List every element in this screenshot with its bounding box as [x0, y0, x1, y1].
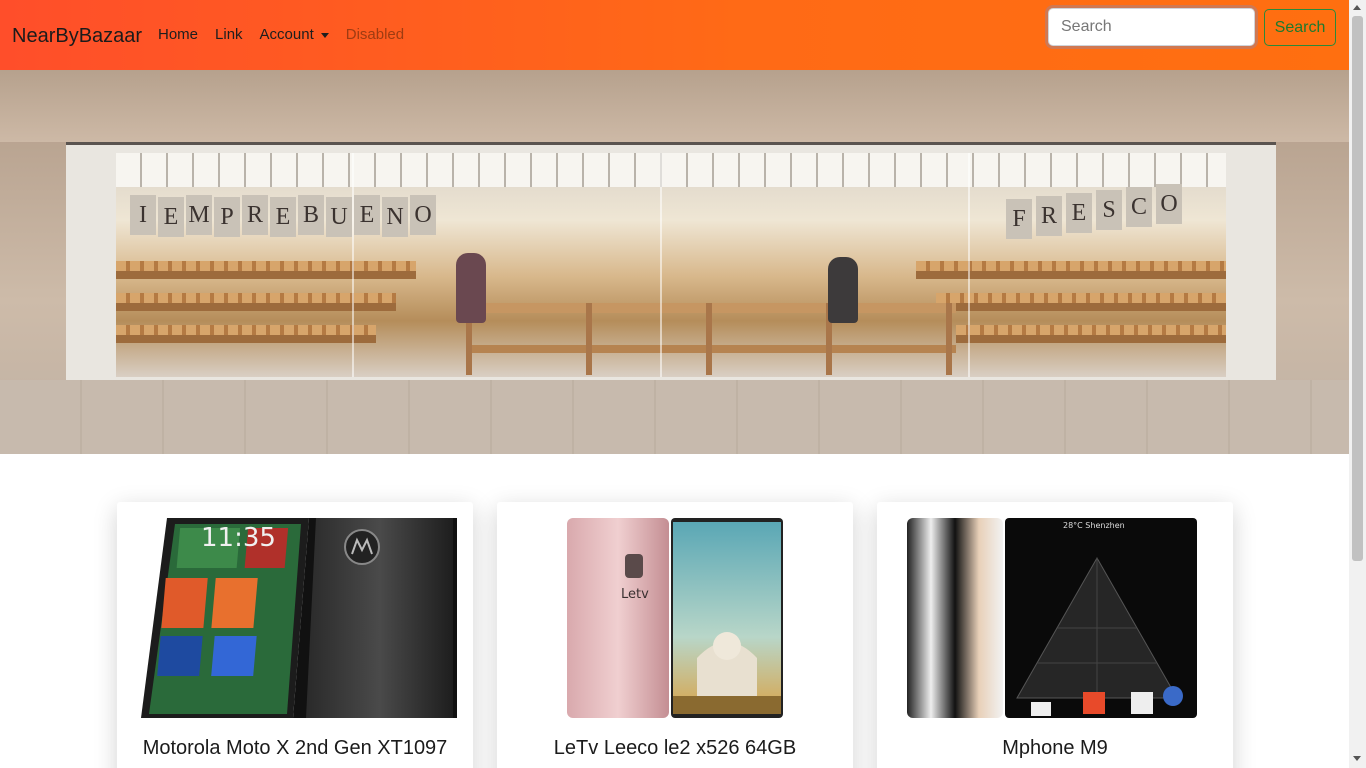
hero-sign-letter: I — [130, 195, 156, 235]
navbar: NearByBazaar Home Link Account Disabled … — [0, 0, 1349, 70]
hero-shelf — [936, 303, 1226, 311]
hero-sign-letter: E — [158, 197, 184, 237]
product-image[interactable]: 28°C Shenzhen — [907, 518, 1197, 718]
hero-wall — [0, 70, 1349, 142]
hero-bread-row — [916, 261, 1226, 271]
hero-sign-letter: O — [410, 195, 436, 235]
hero-sign-letter: U — [326, 197, 352, 237]
nav-link-home[interactable]: Home — [158, 24, 198, 46]
hero-sign-letter: E — [270, 197, 296, 237]
hero-glass-divider — [352, 153, 354, 377]
hero-storefront: IEMPREBUENO FRESCO — [66, 142, 1276, 388]
hero-shelf — [116, 271, 416, 279]
hero-sign-letter: E — [354, 195, 380, 235]
hero-sign-letter: S — [1096, 190, 1122, 230]
hero-sign-letter: C — [1126, 187, 1152, 227]
brand-logo[interactable]: NearByBazaar — [12, 22, 142, 50]
hero-bread-row — [116, 325, 376, 335]
phone-weather-text: 28°C Shenzhen — [1063, 521, 1125, 530]
hero-sign-letter: E — [1066, 193, 1092, 233]
phone-image-moto: 11:35 — [141, 518, 457, 718]
hero-person — [456, 253, 486, 323]
hero-banner: IEMPREBUENO FRESCO — [0, 70, 1349, 454]
hero-bread-row — [956, 325, 1226, 335]
hero-sign-letter: R — [242, 195, 268, 235]
product-image[interactable]: 11:35 — [141, 518, 457, 718]
hero-sign-letter: R — [1036, 196, 1062, 236]
phone-clock-text: 11:35 — [201, 523, 276, 553]
phone-image-letv: Letv — [567, 518, 783, 718]
hero-bread-row — [116, 261, 416, 271]
product-card[interactable]: 28°C Shenzhen Mphone M9 — [877, 502, 1233, 768]
hero-display-table — [466, 303, 956, 375]
hero-shelf — [116, 335, 376, 343]
hero-bread-row — [936, 293, 1226, 303]
hero-shelf — [116, 303, 396, 311]
page-scrollbar[interactable] — [1349, 0, 1366, 768]
product-title[interactable]: Mphone M9 — [877, 736, 1233, 760]
hero-floor — [0, 380, 1349, 454]
hero-glass-divider — [968, 153, 970, 377]
hero-sign-letter: N — [382, 197, 408, 237]
nav-link-disabled-label: Disabled — [345, 26, 405, 43]
product-grid: 11:35 Motorola Moto X 2nd Gen XT1097 Let… — [0, 454, 1349, 768]
nav-link-disabled: Disabled — [346, 24, 404, 46]
product-title[interactable]: Motorola Moto X 2nd Gen XT1097 — [117, 736, 473, 760]
hero-sign-letter: M — [186, 195, 212, 235]
product-card[interactable]: Letv LeTv Leeco le2 x526 64GB — [497, 502, 853, 768]
caret-down-icon — [320, 32, 329, 38]
hero-person — [828, 257, 858, 323]
page: NearByBazaar Home Link Account Disabled … — [0, 0, 1349, 768]
scroll-down-icon[interactable] — [1353, 756, 1361, 761]
hero-sign-letter: B — [298, 195, 324, 235]
nav-links: Home Link Account Disabled — [158, 24, 421, 46]
hero-ceiling — [116, 153, 1226, 187]
hero-bread-row — [116, 293, 396, 303]
nav-link-home-label: Home — [158, 26, 199, 43]
nav-dropdown-account-label: Account — [259, 26, 314, 43]
scroll-thumb[interactable] — [1352, 16, 1363, 561]
product-image[interactable]: Letv — [567, 518, 783, 718]
phone-brand-text: Letv — [621, 587, 649, 602]
search-button[interactable]: Search — [1264, 9, 1336, 46]
product-title[interactable]: LeTv Leeco le2 x526 64GB — [497, 736, 853, 760]
nav-link-link-label: Link — [215, 26, 243, 43]
phone-image-mphone: 28°C Shenzhen — [907, 518, 1197, 718]
hero-glass-divider — [660, 153, 662, 377]
hero-sign-letter: P — [214, 197, 240, 237]
scroll-up-icon[interactable] — [1353, 5, 1361, 10]
nav-link-link[interactable]: Link — [215, 24, 243, 46]
hero-sign-letter: F — [1006, 199, 1032, 239]
hero-shelf — [956, 335, 1226, 343]
hero-shelf — [916, 271, 1226, 279]
nav-dropdown-account[interactable]: Account — [260, 24, 329, 46]
search-input[interactable] — [1048, 8, 1255, 46]
product-card[interactable]: 11:35 Motorola Moto X 2nd Gen XT1097 — [117, 502, 473, 768]
hero-interior: IEMPREBUENO FRESCO — [116, 153, 1226, 377]
hero-sign-letter: O — [1156, 184, 1182, 224]
